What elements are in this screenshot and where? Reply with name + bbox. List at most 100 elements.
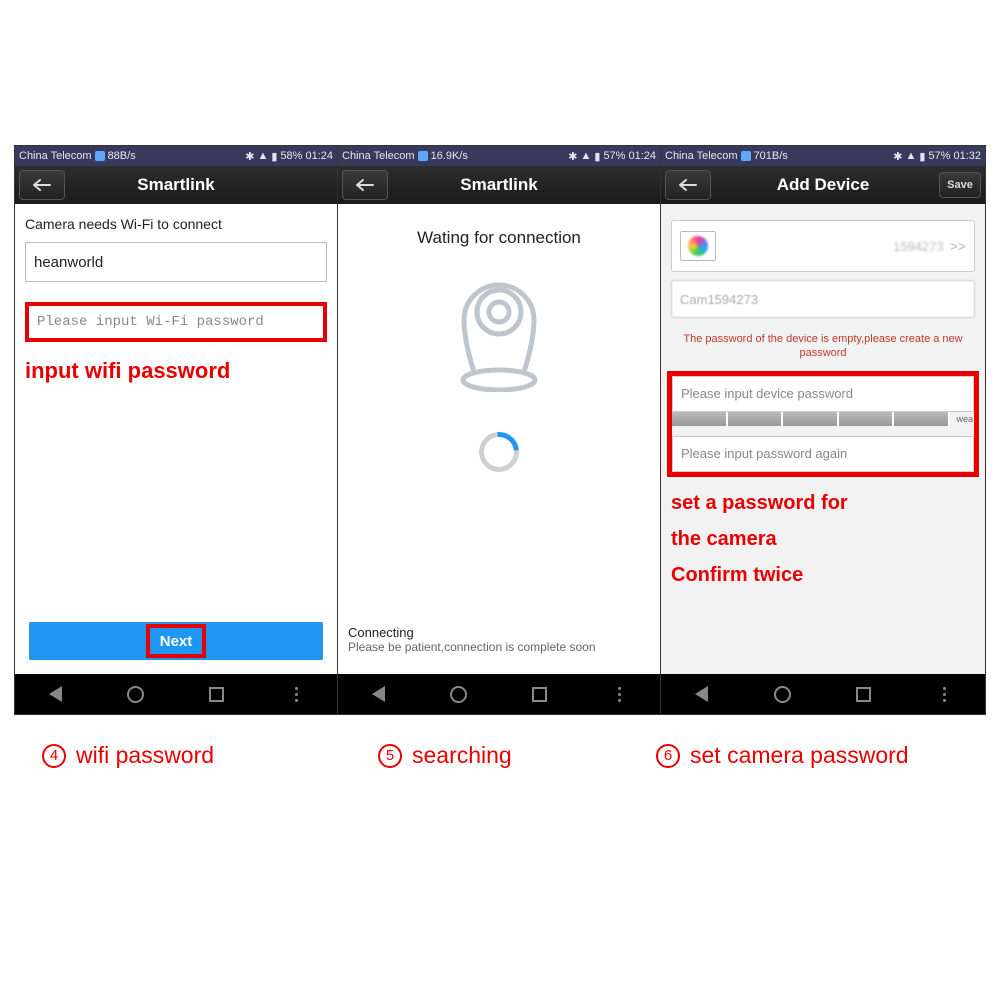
android-navbar	[338, 674, 660, 714]
device-name-input[interactable]: Cam1594273	[671, 280, 975, 318]
signal-icon: ▮	[594, 150, 600, 163]
sim-icon	[741, 151, 751, 161]
content-area: Camera needs Wi-Fi to connect heanworld …	[15, 204, 337, 674]
nav-home-button[interactable]	[771, 682, 795, 706]
circle-icon	[127, 686, 144, 703]
caption-text: wifi password	[76, 742, 214, 769]
content-area: Wating for connection Connecting Please …	[338, 204, 660, 674]
net-speed: 16.9K/s	[431, 150, 468, 162]
square-icon	[209, 687, 224, 702]
screenshot-panel-3: China Telecom 701B/s ✱ ▲ ▮ 57% 01:32 Add…	[660, 145, 986, 715]
wifi-icon: ▲	[905, 150, 916, 162]
password-highlight-box: Please input device password wea Please …	[667, 371, 979, 477]
nav-menu-button[interactable]	[608, 682, 632, 706]
signal-icon: ▮	[919, 150, 925, 163]
battery-pct: 58%	[280, 150, 302, 162]
annot-line3: Confirm twice	[671, 557, 975, 593]
camera-icon	[444, 262, 554, 392]
carrier-label: China Telecom	[19, 150, 92, 162]
nav-home-button[interactable]	[124, 682, 148, 706]
caption-text: set camera password	[690, 742, 909, 769]
device-thumb	[680, 231, 716, 261]
ssid-value: heanworld	[34, 254, 103, 271]
back-arrow-icon	[679, 179, 697, 191]
nav-back-button[interactable]	[43, 682, 67, 706]
net-speed: 88B/s	[108, 150, 136, 162]
circle-icon	[774, 686, 791, 703]
nav-recent-button[interactable]	[852, 682, 876, 706]
square-icon	[532, 687, 547, 702]
signal-icon: ▮	[271, 150, 277, 163]
back-button[interactable]	[19, 170, 65, 200]
bt-icon: ✱	[893, 150, 902, 163]
back-arrow-icon	[33, 179, 51, 191]
nav-back-button[interactable]	[366, 682, 390, 706]
clock: 01:24	[628, 150, 656, 162]
circle-icon	[450, 686, 467, 703]
back-arrow-icon	[356, 179, 374, 191]
device-id: 1594273	[893, 239, 944, 254]
nav-menu-button[interactable]	[933, 682, 957, 706]
sim-icon	[418, 151, 428, 161]
status-bar: China Telecom 701B/s ✱ ▲ ▮ 57% 01:32	[661, 146, 985, 166]
annot-line2: the camera	[671, 521, 975, 557]
wifi-icon: ▲	[257, 150, 268, 162]
next-button[interactable]: Next	[29, 622, 323, 660]
caption-step-5: 5 searching	[378, 742, 512, 769]
content-area: 1594273 >> Cam1594273 The password of th…	[661, 204, 985, 674]
caption-text: searching	[412, 742, 512, 769]
device-password-input[interactable]: Please input device password	[672, 376, 974, 412]
annot-line1: set a password for	[671, 485, 975, 521]
nav-menu-button[interactable]	[285, 682, 309, 706]
highlight-box	[146, 624, 206, 658]
back-button[interactable]	[342, 170, 388, 200]
square-icon	[856, 687, 871, 702]
password-strength-meter: wea	[672, 412, 974, 426]
wifi-password-placeholder: Please input Wi-Fi password	[37, 314, 264, 330]
connecting-label: Connecting	[348, 625, 596, 640]
caption-step-4: 4 wifi password	[42, 742, 214, 769]
carrier-label: China Telecom	[342, 150, 415, 162]
caption-step-6: 6 set camera password	[656, 742, 909, 769]
step-number-icon: 5	[378, 744, 402, 768]
device-password-confirm-input[interactable]: Please input password again	[672, 436, 974, 472]
ssid-input[interactable]: heanworld	[25, 242, 327, 282]
save-button[interactable]: Save	[939, 172, 981, 198]
dots-icon	[943, 687, 946, 702]
connect-instruction: Camera needs Wi-Fi to connect	[15, 204, 337, 238]
dots-icon	[618, 687, 621, 702]
colorwheel-icon	[688, 236, 708, 256]
chevron-right-icon: >>	[950, 238, 966, 254]
dots-icon	[295, 687, 298, 702]
pw1-placeholder: Please input device password	[681, 386, 853, 401]
back-button[interactable]	[665, 170, 711, 200]
meter-label: wea	[950, 412, 974, 426]
screenshot-panel-1: China Telecom 88B/s ✱ ▲ ▮ 58% 01:24 Smar…	[14, 145, 338, 715]
triangle-icon	[49, 686, 62, 702]
loading-spinner-icon	[471, 424, 527, 480]
nav-recent-button[interactable]	[527, 682, 551, 706]
wifi-icon: ▲	[580, 150, 591, 162]
sim-icon	[95, 151, 105, 161]
patient-label: Please be patient,connection is complete…	[348, 640, 596, 654]
triangle-icon	[372, 686, 385, 702]
app-header: Add Device Save	[661, 166, 985, 204]
android-navbar	[661, 674, 985, 714]
app-header: Smartlink	[15, 166, 337, 204]
nav-recent-button[interactable]	[204, 682, 228, 706]
nav-home-button[interactable]	[447, 682, 471, 706]
carrier-label: China Telecom	[665, 150, 738, 162]
device-name-value: Cam1594273	[680, 292, 758, 307]
waiting-title: Wating for connection	[338, 204, 660, 262]
bt-icon: ✱	[568, 150, 577, 163]
nav-back-button[interactable]	[690, 682, 714, 706]
connecting-text: Connecting Please be patient,connection …	[348, 625, 596, 654]
status-bar: China Telecom 16.9K/s ✱ ▲ ▮ 57% 01:24	[338, 146, 660, 166]
battery-pct: 57%	[603, 150, 625, 162]
device-id-card[interactable]: 1594273 >>	[671, 220, 975, 272]
annotation-set-password: set a password for the camera Confirm tw…	[661, 481, 985, 597]
clock: 01:24	[305, 150, 333, 162]
save-label: Save	[947, 179, 973, 191]
wifi-password-input[interactable]: Please input Wi-Fi password	[25, 302, 327, 342]
android-navbar	[15, 674, 337, 714]
